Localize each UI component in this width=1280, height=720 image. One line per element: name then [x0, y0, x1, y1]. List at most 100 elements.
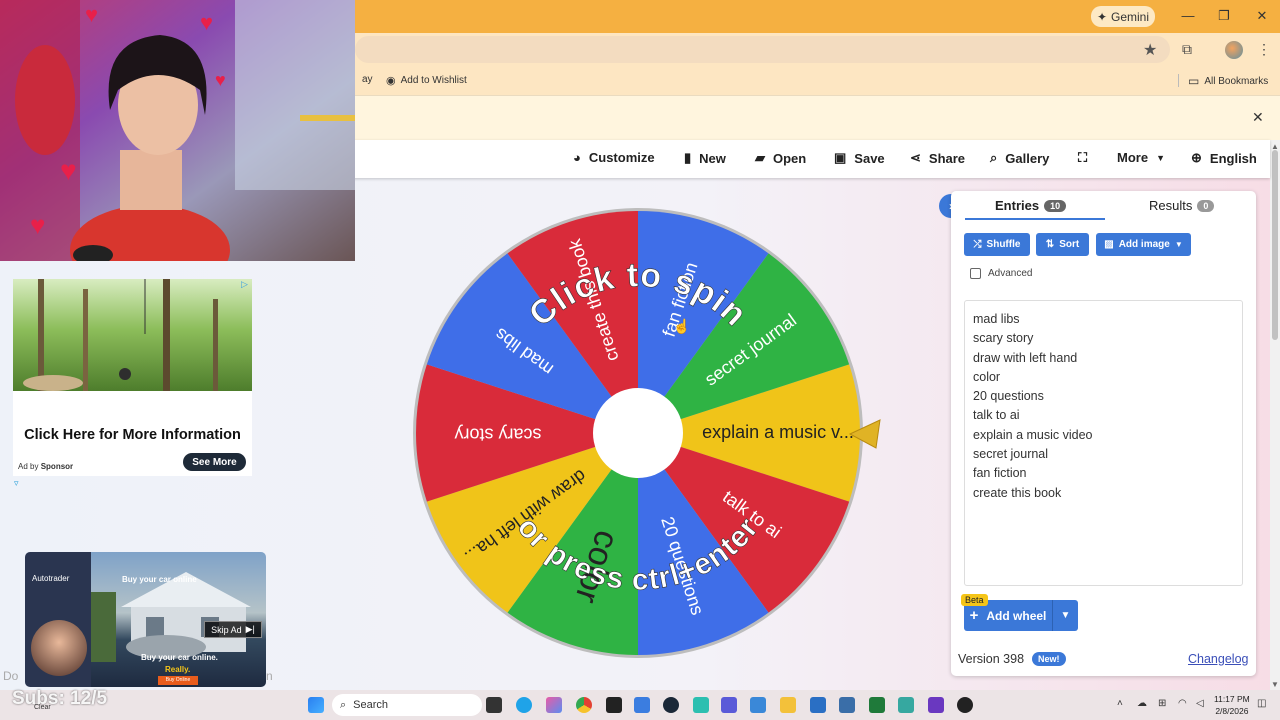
- obs-icon[interactable]: [957, 697, 973, 713]
- teams-icon[interactable]: [721, 697, 737, 713]
- scrollbar-thumb[interactable]: [1272, 150, 1278, 340]
- save-button[interactable]: ▣ Save: [834, 150, 885, 166]
- gallery-button[interactable]: ⌕ Gallery: [990, 150, 1049, 166]
- volume-icon[interactable]: ◁: [1196, 698, 1204, 709]
- globe-icon: ⊕: [1191, 150, 1202, 165]
- chevron-down-icon[interactable]: ▼: [1053, 610, 1078, 621]
- task-view-icon[interactable]: [486, 697, 502, 713]
- app-icon[interactable]: [928, 697, 944, 713]
- steam-icon[interactable]: [663, 697, 679, 713]
- entry-item[interactable]: fan fiction: [973, 464, 1234, 483]
- entry-item[interactable]: explain a music video: [973, 426, 1234, 445]
- entry-item[interactable]: scary story: [973, 329, 1234, 348]
- store-icon[interactable]: [839, 697, 855, 713]
- chevron-down-icon: ▼: [1174, 240, 1183, 249]
- ad-see-more-button[interactable]: See More: [183, 453, 246, 471]
- add-image-button[interactable]: ▨ Add image ▼: [1096, 233, 1191, 256]
- beta-badge: Beta: [961, 594, 988, 606]
- new-badge: New!: [1032, 652, 1066, 666]
- mail-icon[interactable]: [810, 697, 826, 713]
- entry-item[interactable]: color: [973, 368, 1234, 387]
- ad-buy-button[interactable]: Buy Online: [158, 676, 198, 685]
- language-button[interactable]: ⊕ English: [1191, 150, 1257, 166]
- entry-item[interactable]: 20 questions: [973, 387, 1234, 406]
- taskbar: Clear ⌕ Search ˄ ☁ ⊞ ◠ ◁ 11:17 PM 2/8/20…: [0, 690, 1280, 720]
- share-button[interactable]: ⋖ Share: [910, 150, 965, 166]
- kebab-menu-icon[interactable]: ⋮: [1257, 41, 1271, 58]
- bookmark-star-icon[interactable]: ★: [1143, 40, 1157, 60]
- taskbar-search[interactable]: ⌕ Search: [332, 694, 482, 716]
- entry-item[interactable]: secret journal: [973, 445, 1234, 464]
- ad-tagline-3: Really.: [165, 665, 191, 674]
- file-explorer-icon[interactable]: [780, 697, 796, 713]
- app-icon[interactable]: [634, 697, 650, 713]
- adchoices-icon[interactable]: ▷: [241, 279, 252, 290]
- notification-icon[interactable]: ◫: [1257, 698, 1266, 709]
- sidebar-ad[interactable]: ▷ Click Here for More Information Ad by …: [13, 279, 252, 476]
- more-button[interactable]: More ▼: [1117, 150, 1165, 165]
- app-icon[interactable]: [750, 697, 766, 713]
- all-bookmarks[interactable]: ▭ All Bookmarks: [1188, 74, 1268, 88]
- forest-scene: [23, 279, 218, 391]
- results-count-badge: 0: [1197, 199, 1215, 212]
- entry-item[interactable]: create this book: [973, 484, 1234, 503]
- entry-item[interactable]: draw with left hand: [973, 349, 1234, 368]
- spin-wheel[interactable]: explain a music v...talk to ai20 questio…: [412, 207, 864, 659]
- entry-item[interactable]: talk to ai: [973, 406, 1234, 425]
- changelog-link[interactable]: Changelog: [1188, 652, 1248, 666]
- tray-icon[interactable]: ⊞: [1158, 698, 1166, 709]
- app-icon[interactable]: [693, 697, 709, 713]
- wifi-icon[interactable]: ◠: [1178, 698, 1187, 709]
- screen-share-icon[interactable]: ⧉: [1182, 41, 1192, 58]
- sort-button[interactable]: ⇅ Sort: [1036, 233, 1089, 256]
- customize-button[interactable]: ◕ Customize: [573, 150, 655, 165]
- chevron-up-icon[interactable]: ˄: [1117, 698, 1123, 709]
- fullscreen-button[interactable]: ⛶: [1078, 150, 1087, 166]
- webcam-overlay: ♥ ♥ ♥ ♥ ♥: [0, 0, 355, 261]
- tab-results[interactable]: Results 0: [1149, 198, 1215, 213]
- copilot-icon[interactable]: [546, 697, 562, 713]
- search-icon: ⌕: [990, 150, 998, 165]
- epic-games-icon[interactable]: [606, 697, 622, 713]
- minimize-button[interactable]: —: [1176, 6, 1200, 26]
- search-icon: ⌕: [340, 698, 347, 711]
- shuffle-button[interactable]: ⤮ Shuffle: [964, 233, 1030, 256]
- close-icon[interactable]: ✕: [1252, 109, 1264, 126]
- ad-title[interactable]: Click Here for More Information: [13, 427, 252, 443]
- skip-ad-button[interactable]: Skip Ad ▶|: [204, 621, 262, 638]
- gemini-label: Gemini: [1111, 9, 1150, 24]
- streamer-video: [0, 0, 355, 261]
- video-ad[interactable]: Autotrader Buy your car online Skip Ad ▶…: [25, 552, 266, 687]
- entries-textarea[interactable]: mad libs scary story draw with left hand co…: [964, 300, 1243, 586]
- gemini-button[interactable]: ✦ Gemini: [1091, 6, 1155, 27]
- edge-icon[interactable]: [516, 697, 532, 713]
- palette-icon: ◕: [573, 150, 581, 165]
- ad-tagline-2: Buy your car online.: [141, 653, 218, 662]
- excel-icon[interactable]: [869, 697, 885, 713]
- windows-start-icon[interactable]: [308, 697, 324, 713]
- heart-decoration: ♥: [60, 155, 77, 186]
- heart-decoration: ♥: [85, 2, 99, 27]
- advanced-checkbox[interactable]: [970, 268, 981, 279]
- advanced-toggle[interactable]: Advanced: [970, 268, 1032, 279]
- tab-entries[interactable]: Entries 10: [995, 198, 1067, 213]
- scroll-down-icon[interactable]: ▼: [1271, 680, 1279, 689]
- ad-marker-icon: ▿: [14, 478, 19, 488]
- hand-cursor-icon: ☝: [673, 318, 691, 334]
- bookmark-add-to-wishlist[interactable]: ◉ Add to Wishlist: [386, 74, 467, 87]
- app-icon[interactable]: [898, 697, 914, 713]
- close-window-button[interactable]: ✕: [1250, 6, 1274, 26]
- bookmark-partial[interactable]: ay: [362, 74, 373, 85]
- taskbar-clock[interactable]: 11:17 PM 2/8/2026: [1214, 693, 1250, 717]
- url-field[interactable]: [355, 36, 1170, 63]
- scroll-up-icon[interactable]: ▲: [1271, 142, 1279, 151]
- open-button[interactable]: ▰ Open: [755, 150, 806, 166]
- wheel-center[interactable]: [593, 388, 683, 478]
- heart-decoration: ♥: [200, 10, 214, 35]
- new-button[interactable]: ▮ New: [684, 150, 726, 166]
- entry-item[interactable]: mad libs: [973, 310, 1234, 329]
- profile-avatar[interactable]: [1225, 41, 1243, 59]
- chrome-icon[interactable]: [576, 697, 592, 713]
- tray-icon[interactable]: ☁: [1137, 698, 1147, 709]
- restore-button[interactable]: ❐: [1212, 6, 1236, 26]
